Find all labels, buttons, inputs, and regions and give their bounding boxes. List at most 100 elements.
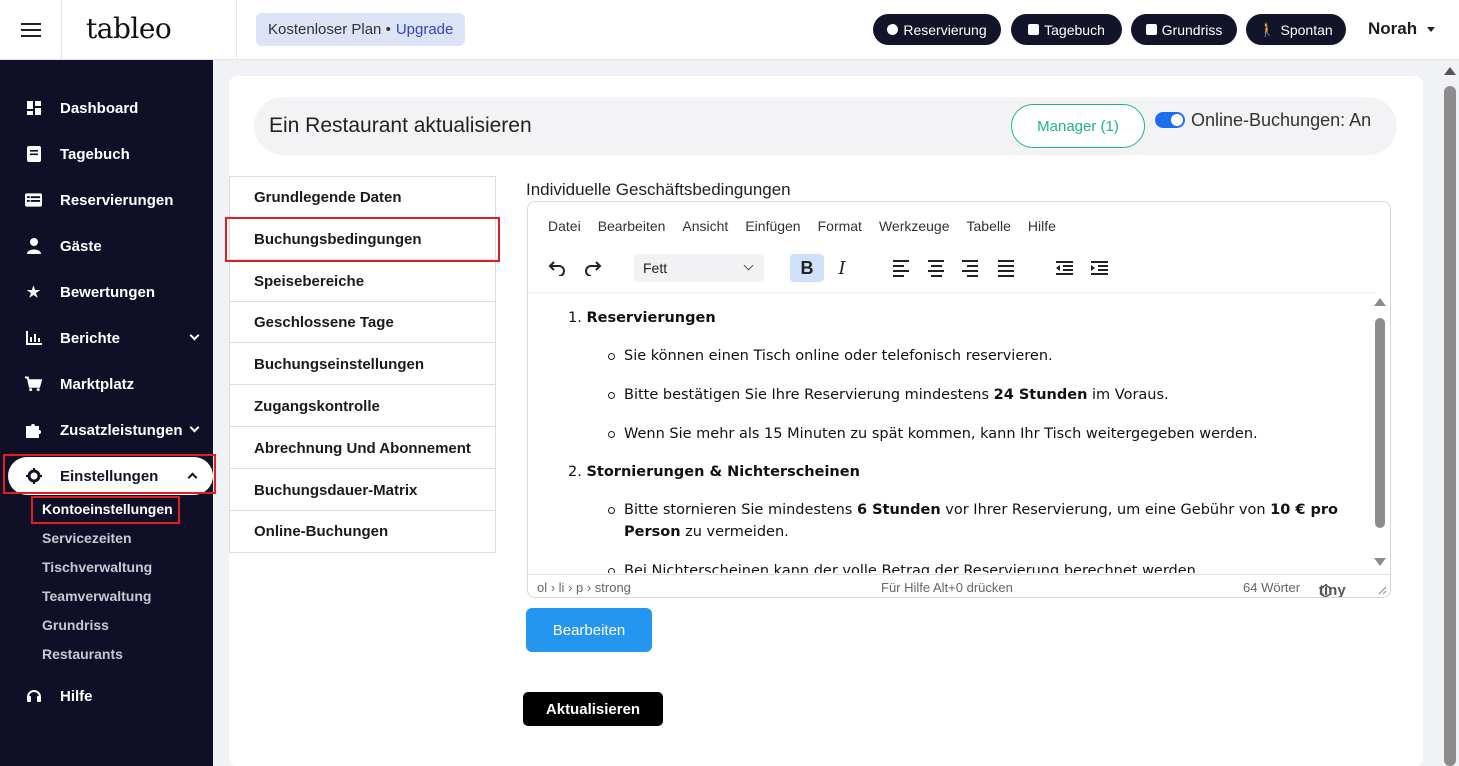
list-item: Bitte bestätigen Sie Ihre Reservierung m…	[624, 387, 1169, 403]
calendar-icon	[1028, 24, 1040, 35]
sidebar-item-label: Marktplatz	[60, 375, 135, 393]
menu-toggle-button[interactable]	[0, 0, 62, 60]
sidebar-subitem-floorplan[interactable]: Grundriss	[42, 617, 109, 633]
chart-icon	[25, 330, 42, 347]
menu-help[interactable]: Hilfe	[1028, 218, 1056, 234]
menu-format[interactable]: Format	[818, 218, 862, 234]
list-item: 1. Reservierungen	[568, 310, 716, 326]
outdent-button[interactable]	[1047, 254, 1081, 282]
align-center-button[interactable]	[919, 254, 953, 282]
bullet-icon	[608, 431, 615, 438]
menu-view[interactable]: Ansicht	[682, 218, 728, 234]
tab-access-control[interactable]: Zugangskontrolle	[230, 386, 495, 427]
sidebar-subitem-restaurants[interactable]: Restaurants	[42, 646, 123, 662]
sidebar: Dashboard Tagebuch Reservierungen Gäste …	[0, 60, 216, 766]
sidebar-item-guests[interactable]: Gäste	[0, 226, 213, 266]
tab-billing[interactable]: Abrechnung Und Abonnement	[230, 428, 495, 469]
tab-dining-areas[interactable]: Speisebereiche	[230, 261, 495, 302]
sidebar-item-marketplace[interactable]: Marktplatz	[0, 364, 213, 404]
sidebar-item-label: Zusatzleistungen	[60, 421, 183, 439]
sidebar-item-label: Dashboard	[60, 99, 139, 117]
manager-button[interactable]: Manager (1)	[1011, 104, 1145, 148]
walking-icon: 🚶	[1259, 21, 1276, 37]
scroll-down-icon[interactable]	[1374, 558, 1386, 566]
undo-button[interactable]	[540, 254, 574, 282]
sidebar-item-diary[interactable]: Tagebuch	[0, 134, 213, 174]
user-name: Norah	[1368, 19, 1418, 38]
app-logo[interactable]: tableo	[86, 12, 172, 45]
menu-table[interactable]: Tabelle	[967, 218, 1011, 234]
edit-button[interactable]: Bearbeiten	[526, 608, 652, 652]
update-button[interactable]: Aktualisieren	[523, 692, 663, 726]
outdent-icon	[1055, 261, 1073, 275]
italic-button[interactable]: I	[825, 254, 859, 282]
align-left-icon	[893, 259, 909, 277]
rich-text-editor: Datei Bearbeiten Ansicht Einfügen Format…	[527, 201, 1391, 598]
align-right-button[interactable]	[953, 254, 987, 282]
sidebar-item-dashboard[interactable]: Dashboard	[0, 88, 213, 128]
scroll-up-icon[interactable]	[1374, 298, 1386, 306]
menu-file[interactable]: Datei	[548, 218, 581, 234]
upgrade-link[interactable]: Upgrade	[396, 21, 454, 38]
highlight-box-account-settings	[31, 496, 180, 524]
floorplan-button[interactable]: Grundriss	[1131, 14, 1237, 45]
user-menu[interactable]: Norah	[1368, 19, 1436, 39]
sidebar-item-label: Reservierungen	[60, 191, 174, 209]
list-icon	[25, 192, 42, 209]
bold-button[interactable]: B	[790, 254, 824, 282]
element-path[interactable]: ol › li › p › strong	[537, 580, 631, 595]
plan-badge[interactable]: Kostenloser Plan • Upgrade	[256, 13, 466, 46]
word-count[interactable]: 64 Wörter	[1243, 580, 1300, 595]
resize-handle-icon[interactable]	[1378, 583, 1387, 597]
text-span: Bitte stornieren Sie mindestens	[624, 502, 857, 518]
redo-icon	[585, 261, 602, 276]
text-span: im Voraus.	[1087, 387, 1169, 403]
editor-menubar: Datei Bearbeiten Ansicht Einfügen Format…	[548, 218, 1056, 234]
text-span: Bitte bestätigen Sie Ihre Reservierung m…	[624, 387, 994, 403]
scrollbar-thumb[interactable]	[1375, 318, 1385, 528]
section-title: Reservierungen	[586, 310, 716, 326]
tab-duration-matrix[interactable]: Buchungsdauer-Matrix	[230, 470, 495, 511]
block-format-select[interactable]: Fett	[634, 254, 764, 282]
chevron-down-icon	[1427, 26, 1436, 32]
highlight-box-settings	[3, 454, 216, 494]
cart-icon	[25, 376, 42, 393]
reservation-button[interactable]: Reservierung	[873, 14, 1001, 45]
tab-online-bookings[interactable]: Online-Buchungen	[230, 511, 495, 552]
bullet-icon	[608, 392, 615, 399]
sidebar-subitem-table-management[interactable]: Tischverwaltung	[42, 559, 152, 575]
walkin-button[interactable]: 🚶 Spontan	[1246, 14, 1346, 45]
list-item: Sie können einen Tisch online oder telef…	[624, 348, 1053, 364]
redo-button[interactable]	[576, 254, 610, 282]
scroll-up-icon[interactable]	[1444, 67, 1456, 75]
indent-button[interactable]	[1082, 254, 1116, 282]
align-left-button[interactable]	[884, 254, 918, 282]
editor-scrollbar[interactable]	[1371, 292, 1389, 573]
menu-tools[interactable]: Werkzeuge	[879, 218, 950, 234]
editor-content[interactable]: 1. Reservierungen Sie können einen Tisch…	[528, 292, 1376, 573]
tab-basic-data[interactable]: Grundlegende Daten	[230, 177, 495, 218]
align-justify-button[interactable]	[989, 254, 1023, 282]
tab-booking-settings[interactable]: Buchungseinstellungen	[230, 344, 495, 385]
sidebar-subitem-service-times[interactable]: Servicezeiten	[42, 530, 132, 546]
text-span-bold: 6 Stunden	[856, 502, 941, 518]
menu-edit[interactable]: Bearbeiten	[598, 218, 666, 234]
scrollbar-thumb[interactable]	[1444, 86, 1456, 766]
sidebar-item-label: Bewertungen	[60, 283, 156, 301]
page-scrollbar[interactable]	[1441, 60, 1459, 766]
list-item: Wenn Sie mehr als 15 Minuten zu spät kom…	[624, 426, 1258, 442]
diary-button[interactable]: Tagebuch	[1011, 14, 1122, 45]
sidebar-item-help[interactable]: Hilfe	[0, 676, 213, 716]
sidebar-item-addons[interactable]: Zusatzleistungen	[0, 410, 213, 450]
sidebar-item-reviews[interactable]: ★ Bewertungen	[0, 272, 213, 312]
sidebar-item-reservations[interactable]: Reservierungen	[0, 180, 213, 220]
diary-button-label: Tagebuch	[1044, 21, 1105, 38]
sidebar-subitem-team-management[interactable]: Teamverwaltung	[42, 588, 151, 604]
menu-insert[interactable]: Einfügen	[745, 218, 800, 234]
tab-closed-days[interactable]: Geschlossene Tage	[230, 302, 495, 343]
puzzle-icon	[25, 422, 42, 439]
align-center-icon	[928, 259, 944, 277]
sidebar-item-reports[interactable]: Berichte	[0, 318, 213, 358]
italic-icon: I	[838, 257, 846, 279]
online-bookings-toggle[interactable]	[1155, 112, 1185, 128]
